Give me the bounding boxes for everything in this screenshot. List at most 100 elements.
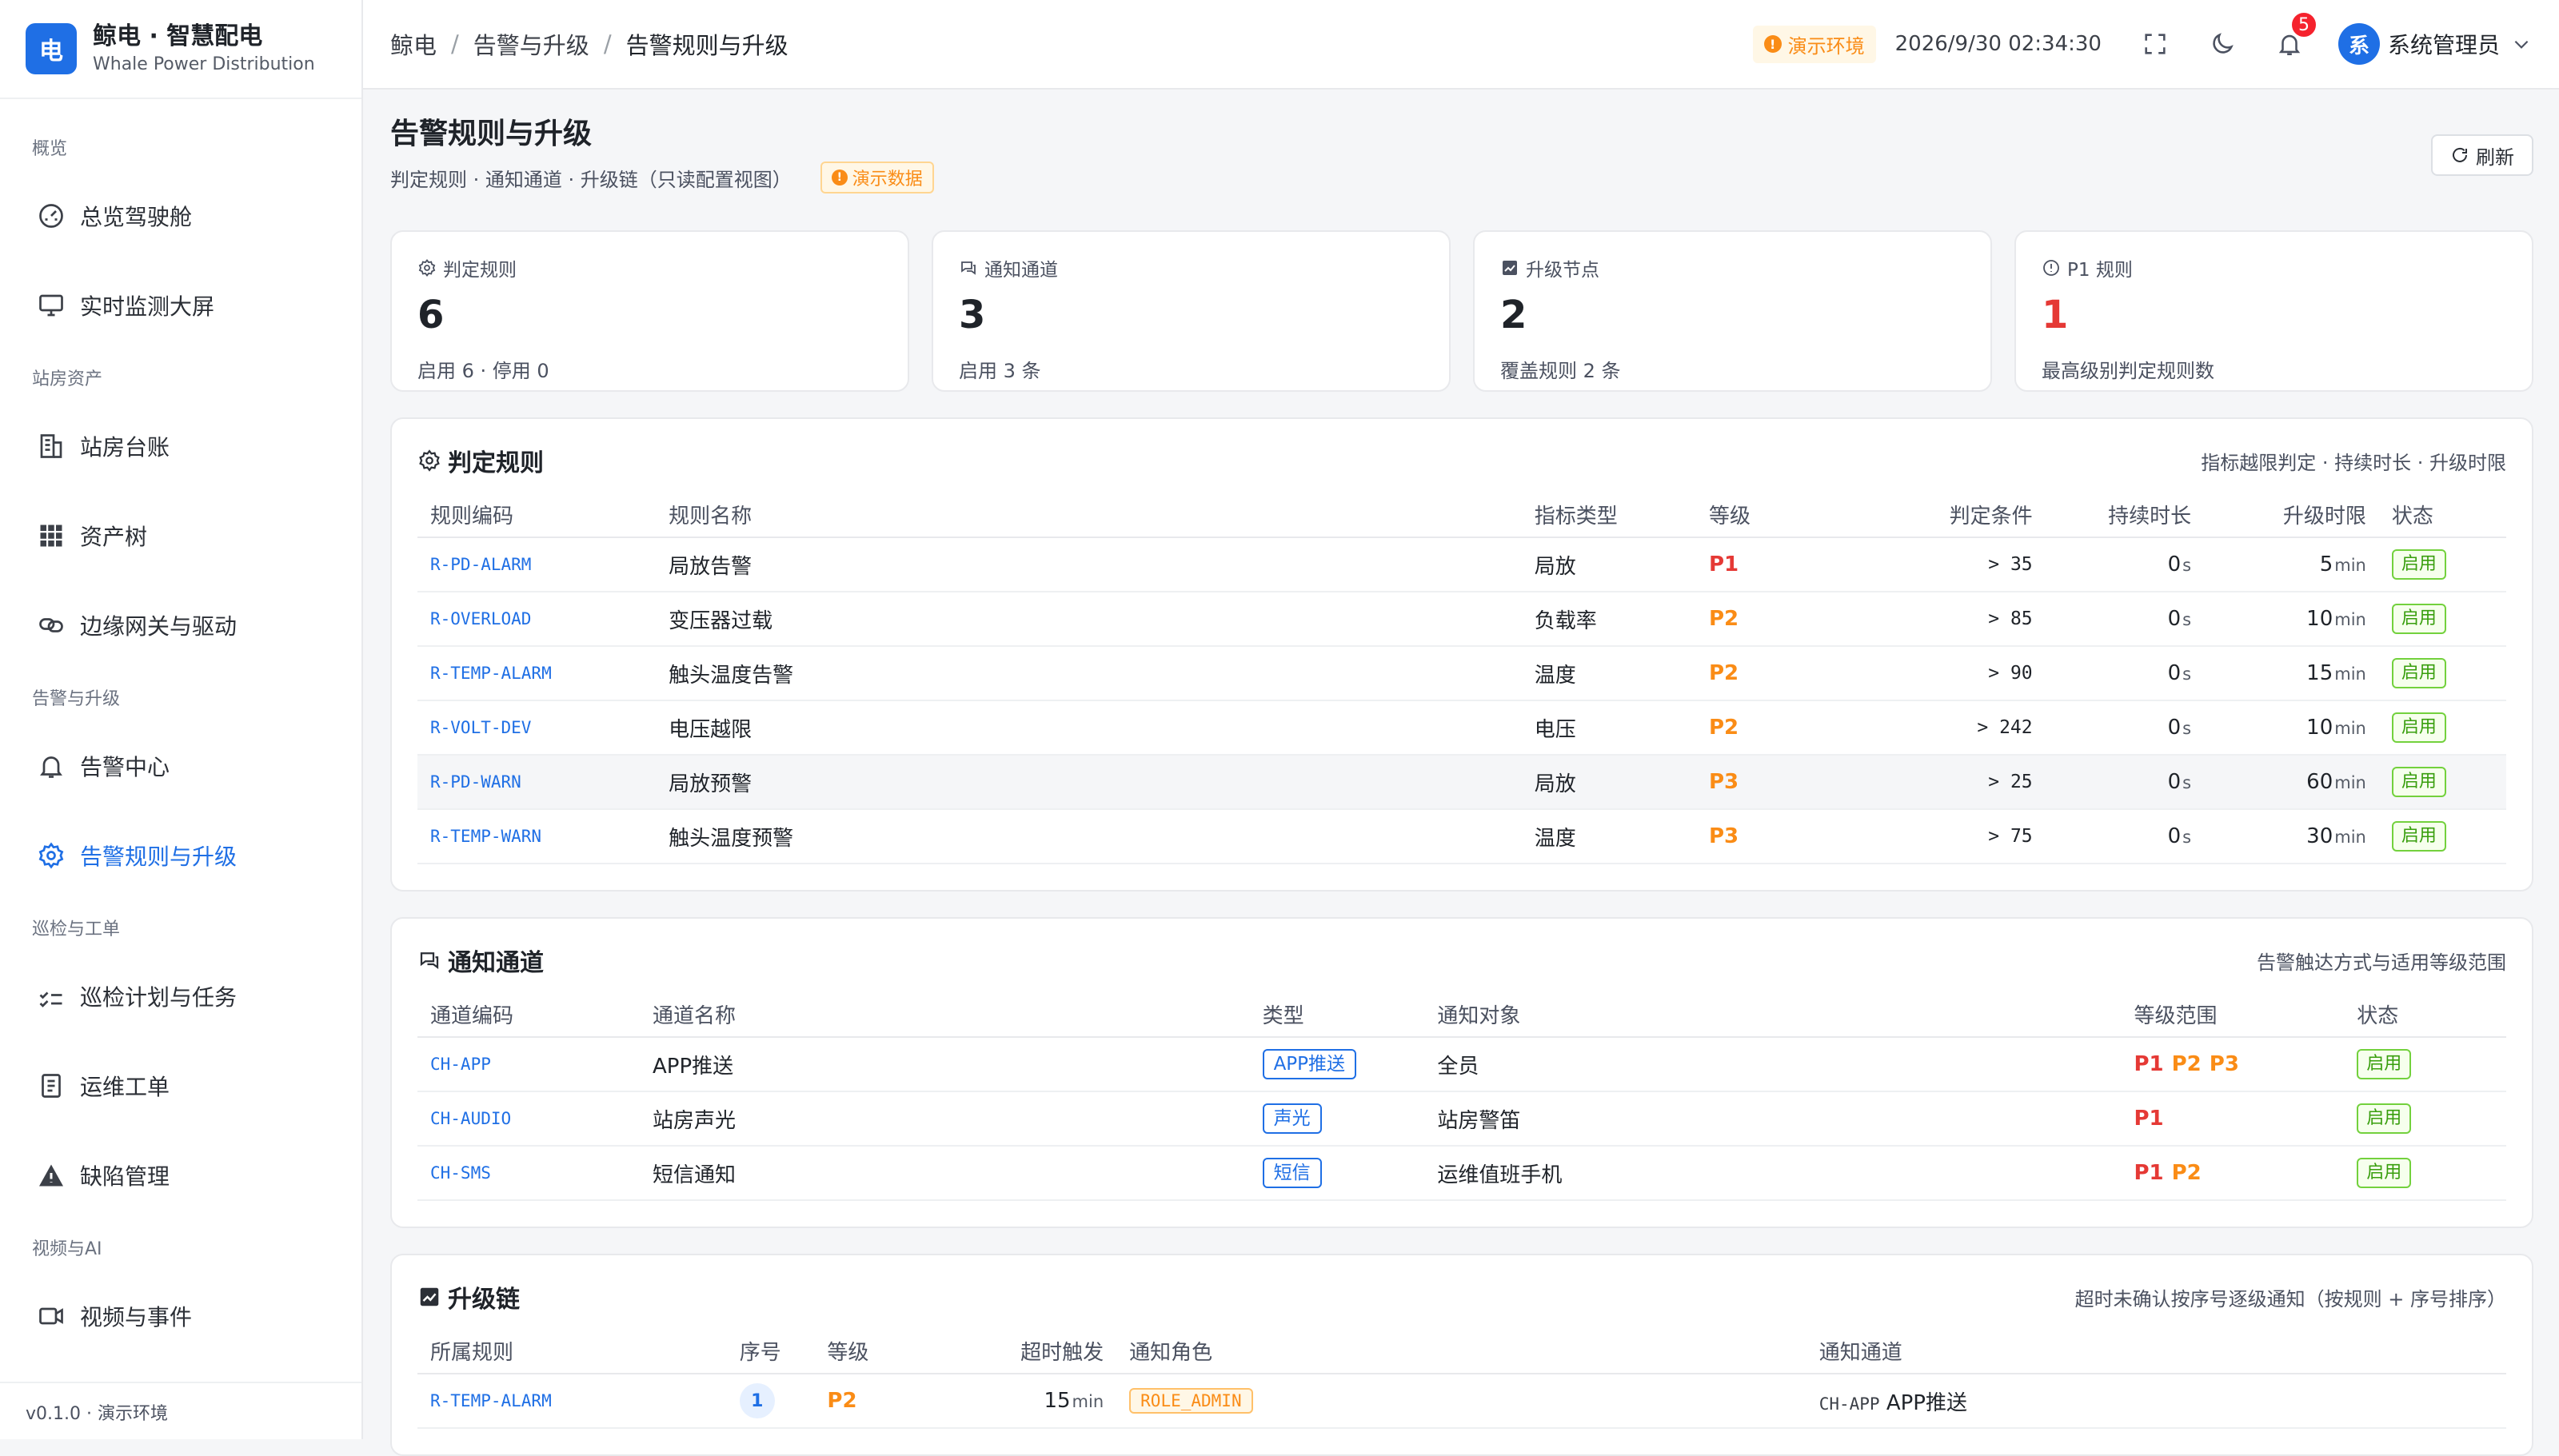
- logo-icon: 电: [26, 23, 77, 74]
- sidebar-item-stations[interactable]: 站房台账: [0, 401, 361, 491]
- moon-icon[interactable]: [2209, 30, 2236, 58]
- escalation-unit: min: [2334, 828, 2366, 847]
- card-description: 超时未确认按序号逐级通知（按规则 + 序号排序）: [2074, 1287, 2506, 1310]
- sidebar-item-defects[interactable]: 缺陷管理: [0, 1131, 361, 1220]
- brand[interactable]: 电 鲸电 · 智慧配电 Whale Power Distribution: [0, 0, 361, 99]
- escalation-value: 10: [2306, 716, 2333, 740]
- sidebar-item-alarm-rules[interactable]: 告警规则与升级: [0, 811, 361, 900]
- channel-code[interactable]: CH-AUDIO: [417, 1091, 640, 1147]
- duration-unit: s: [2182, 664, 2192, 684]
- column-header[interactable]: 所属规则: [417, 1329, 727, 1374]
- breadcrumb-item[interactable]: 告警与升级: [473, 27, 589, 61]
- channel-target: 全员: [1424, 1037, 2122, 1092]
- table-row[interactable]: CH-AUDIO 站房声光 声光 站房警笛 P1 启用: [417, 1091, 2506, 1147]
- stat-card-channels: 通知通道 3 启用 3 条: [932, 230, 1451, 392]
- sidebar-item-label: 总览驾驶舱: [80, 204, 193, 230]
- channel-type-badge: APP推送: [1262, 1049, 1357, 1079]
- column-header[interactable]: 类型: [1249, 992, 1425, 1038]
- breadcrumb-item[interactable]: 鲸电: [390, 27, 437, 61]
- column-header[interactable]: 超时触发: [972, 1329, 1117, 1374]
- column-header[interactable]: 指标类型: [1521, 493, 1696, 538]
- column-header[interactable]: 等级范围: [2121, 992, 2345, 1038]
- level-badge: P1: [2134, 1107, 2164, 1131]
- table-row[interactable]: CH-APP APP推送 APP推送 全员 P1 P2 P3 启用: [417, 1037, 2506, 1092]
- rule-metric: 局放: [1521, 755, 1696, 810]
- rule-code[interactable]: R-PD-WARN: [417, 755, 657, 810]
- status-badge: 启用: [2391, 821, 2446, 852]
- nav-group-label: 视频与AI: [32, 1239, 102, 1259]
- user-menu[interactable]: 系 系统管理员: [2337, 23, 2532, 65]
- table-row[interactable]: R-TEMP-WARN 触头温度预警 温度 P3 > 75 0s 30min 启…: [417, 809, 2506, 864]
- stat-foot: 覆盖规则 2 条: [1500, 360, 1621, 382]
- column-header[interactable]: 序号: [726, 1329, 815, 1374]
- column-header[interactable]: 通知通道: [1806, 1329, 2506, 1374]
- column-header[interactable]: 等级: [814, 1329, 973, 1374]
- channel-code[interactable]: CH-APP: [417, 1037, 640, 1092]
- level-badge: P3: [1708, 824, 1739, 848]
- level-badge: P1: [2134, 1052, 2164, 1076]
- column-header[interactable]: 通道编码: [417, 992, 640, 1038]
- sidebar-item-label: 站房台账: [80, 434, 170, 461]
- rule-name: 局放预警: [656, 755, 1522, 810]
- column-header[interactable]: 状态: [2378, 493, 2506, 538]
- table-row[interactable]: R-OVERLOAD 变压器过载 负载率 P2 > 85 0s 10min 启用: [417, 592, 2506, 647]
- level-badge: P2: [2171, 1052, 2202, 1076]
- sidebar-item-label: 实时监测大屏: [80, 293, 215, 320]
- sidebar-item-video[interactable]: 视频与事件: [0, 1271, 361, 1361]
- column-header[interactable]: 通知角色: [1116, 1329, 1806, 1374]
- rule-code[interactable]: R-TEMP-WARN: [417, 809, 657, 864]
- chart-icon: [1503, 261, 1517, 275]
- rule-code[interactable]: R-TEMP-ALARM: [417, 646, 657, 701]
- chat-icon: [420, 952, 439, 969]
- table-row[interactable]: R-PD-ALARM 局放告警 局放 P1 > 35 0s 5min 启用: [417, 537, 2506, 592]
- rule-code[interactable]: R-VOLT-DEV: [417, 700, 657, 756]
- sidebar-item-label: 视频与事件: [80, 1304, 193, 1330]
- table-row[interactable]: CH-SMS 短信通知 短信 运维值班手机 P1 P2 启用: [417, 1146, 2506, 1201]
- column-header[interactable]: 判定条件: [1870, 493, 2046, 538]
- stat-card-rules: 判定规则 6 启用 6 · 停用 0: [390, 230, 909, 392]
- table-row[interactable]: R-VOLT-DEV 电压越限 电压 P2 > 242 0s 10min 启用: [417, 700, 2506, 756]
- sidebar-item-workorder[interactable]: 运维工单: [0, 1041, 361, 1131]
- nav-group-label: 概览: [32, 139, 68, 159]
- column-header[interactable]: 规则编码: [417, 493, 657, 538]
- table-header-row: 规则编码 规则名称 指标类型 等级 判定条件 持续时长 升级时限 状态: [417, 493, 2506, 538]
- escalation-rule-code[interactable]: R-TEMP-ALARM: [417, 1374, 727, 1429]
- refresh-button[interactable]: 刷新: [2431, 134, 2533, 176]
- column-header[interactable]: 规则名称: [656, 493, 1522, 538]
- sidebar-item-monitor[interactable]: 实时监测大屏: [0, 261, 361, 350]
- column-header[interactable]: 通道名称: [640, 992, 1250, 1038]
- nav-group-label: 告警与升级: [32, 689, 121, 709]
- duration-value: 0: [2167, 716, 2182, 740]
- escalation-unit: min: [2334, 664, 2366, 684]
- sidebar-item-asset-tree[interactable]: 资产树: [0, 491, 361, 580]
- status-badge: 启用: [2391, 767, 2446, 797]
- breadcrumb-separator: /: [451, 30, 459, 58]
- rule-code[interactable]: R-PD-ALARM: [417, 537, 657, 592]
- rule-metric: 温度: [1521, 809, 1696, 864]
- fullscreen-icon[interactable]: [2142, 30, 2169, 58]
- sidebar-item-label: 巡检计划与任务: [80, 984, 238, 1011]
- sidebar-item-gateway[interactable]: 边缘网关与驱动: [0, 580, 361, 670]
- table-row[interactable]: R-TEMP-ALARM 触头温度告警 温度 P2 > 90 0s 15min …: [417, 646, 2506, 701]
- card-description: 告警触达方式与适用等级范围: [2257, 951, 2506, 974]
- level-badge: P2: [1708, 661, 1739, 685]
- notification-button[interactable]: 5: [2276, 11, 2317, 58]
- sidebar-item-alarm-center[interactable]: 告警中心: [0, 721, 361, 811]
- sidebar-item-inspection[interactable]: 巡检计划与任务: [0, 951, 361, 1041]
- escalation-value: 10: [2306, 607, 2333, 631]
- table-row[interactable]: R-PD-WARN 局放预警 局放 P3 > 25 0s 60min 启用: [417, 755, 2506, 810]
- rule-code[interactable]: R-OVERLOAD: [417, 592, 657, 647]
- channel-name: 短信通知: [640, 1146, 1250, 1201]
- table-row[interactable]: R-TEMP-ALARM 1 P2 15min ROLE_ADMIN CH-AP…: [417, 1374, 2506, 1429]
- warning-icon: [39, 1164, 63, 1187]
- channel-code[interactable]: CH-SMS: [417, 1146, 640, 1201]
- sidebar-item-dashboard[interactable]: 总览驾驶舱: [0, 171, 361, 261]
- level-badge: P2: [1708, 716, 1739, 740]
- column-header[interactable]: 通知对象: [1424, 992, 2122, 1038]
- column-header[interactable]: 持续时长: [2045, 493, 2205, 538]
- column-header[interactable]: 状态: [2344, 992, 2506, 1038]
- camera-icon: [39, 1307, 63, 1325]
- breadcrumb-separator: /: [603, 30, 612, 58]
- column-header[interactable]: 升级时限: [2204, 493, 2379, 538]
- column-header[interactable]: 等级: [1695, 493, 1871, 538]
